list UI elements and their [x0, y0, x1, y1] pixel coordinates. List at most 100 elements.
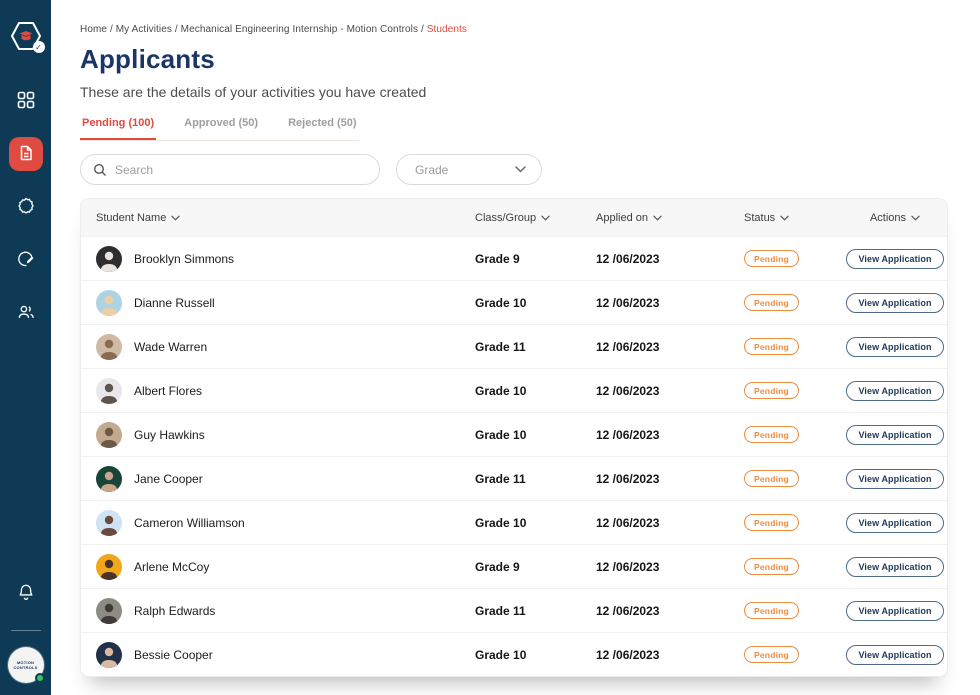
- badge-edit-icon: [16, 249, 36, 272]
- status-badge: Pending: [744, 250, 799, 267]
- view-application-button[interactable]: View Application: [846, 557, 943, 577]
- view-application-button[interactable]: View Application: [846, 425, 943, 445]
- avatar: [96, 378, 122, 404]
- status-badge: Pending: [744, 514, 799, 531]
- page-subtitle: These are the details of your activities…: [80, 84, 980, 100]
- avatar: [96, 466, 122, 492]
- view-application-button[interactable]: View Application: [846, 469, 943, 489]
- sidebar: ✓: [0, 0, 51, 695]
- table-row: Bessie Cooper Grade 10 12 /06/2023 Pendi…: [81, 632, 947, 676]
- avatar: [96, 598, 122, 624]
- sidebar-item-certificates[interactable]: [9, 190, 43, 224]
- table-row: Jane Cooper Grade 11 12 /06/2023 Pending…: [81, 456, 947, 500]
- seal-icon: [16, 196, 36, 219]
- search-input[interactable]: [115, 163, 369, 177]
- table-row: Brooklyn Simmons Grade 9 12 /06/2023 Pen…: [81, 236, 947, 280]
- table-header: Student Name Class/Group Applied on Stat…: [81, 199, 947, 236]
- applied-on-value: 12 /06/2023: [596, 296, 739, 310]
- grade-dropdown-label: Grade: [415, 163, 448, 177]
- breadcrumb: Home / My Activities / Mechanical Engine…: [80, 24, 980, 35]
- class-group-value: Grade 10: [475, 384, 596, 398]
- view-application-button[interactable]: View Application: [846, 293, 943, 313]
- applied-on-value: 12 /06/2023: [596, 252, 739, 266]
- breadcrumb-path[interactable]: Home / My Activities / Mechanical Engine…: [80, 24, 427, 35]
- sidebar-item-badge-edit[interactable]: [9, 243, 43, 277]
- view-application-button[interactable]: View Application: [846, 337, 943, 357]
- table-row: Ralph Edwards Grade 11 12 /06/2023 Pendi…: [81, 588, 947, 632]
- table-body: Brooklyn Simmons Grade 9 12 /06/2023 Pen…: [81, 236, 947, 676]
- class-group-value: Grade 9: [475, 560, 596, 574]
- student-name: Ralph Edwards: [134, 604, 215, 618]
- bell-icon: [16, 582, 36, 605]
- online-status-dot: [35, 673, 45, 683]
- status-badge: Pending: [744, 294, 799, 311]
- student-name: Jane Cooper: [134, 472, 203, 486]
- column-header-label: Status: [744, 212, 775, 224]
- sidebar-item-applications[interactable]: [9, 137, 43, 171]
- class-group-value: Grade 11: [475, 472, 596, 486]
- sidebar-divider: [11, 630, 41, 631]
- applied-on-value: 12 /06/2023: [596, 428, 739, 442]
- applied-on-value: 12 /06/2023: [596, 604, 739, 618]
- breadcrumb-current[interactable]: Students: [427, 24, 467, 35]
- status-badge: Pending: [744, 470, 799, 487]
- column-header[interactable]: Status: [739, 212, 843, 224]
- column-header[interactable]: Actions: [843, 212, 947, 224]
- app-root: ✓: [0, 0, 980, 695]
- users-icon: [16, 302, 36, 325]
- search-box[interactable]: [80, 154, 380, 185]
- user-avatar[interactable]: MOTION CONTROLS: [8, 647, 44, 683]
- view-application-button[interactable]: View Application: [846, 601, 943, 621]
- column-header[interactable]: Applied on: [596, 212, 739, 224]
- sidebar-item-students[interactable]: [9, 296, 43, 330]
- tab-pending[interactable]: Pending (100): [80, 117, 156, 140]
- chevron-down-icon: [911, 215, 920, 221]
- class-group-value: Grade 11: [475, 604, 596, 618]
- class-group-value: Grade 10: [475, 296, 596, 310]
- grade-dropdown[interactable]: Grade: [396, 154, 542, 185]
- table-row: Dianne Russell Grade 10 12 /06/2023 Pend…: [81, 280, 947, 324]
- filter-row: Grade: [80, 154, 980, 185]
- class-group-value: Grade 11: [475, 340, 596, 354]
- sidebar-bottom: MOTION CONTROLS: [0, 576, 51, 683]
- view-application-button[interactable]: View Application: [846, 513, 943, 533]
- applied-on-value: 12 /06/2023: [596, 340, 739, 354]
- column-header-label: Applied on: [596, 212, 648, 224]
- status-badge: Pending: [744, 382, 799, 399]
- table-row: Guy Hawkins Grade 10 12 /06/2023 Pending…: [81, 412, 947, 456]
- column-header-label: Actions: [870, 212, 906, 224]
- student-name: Albert Flores: [134, 384, 202, 398]
- view-application-button[interactable]: View Application: [846, 381, 943, 401]
- column-header-label: Student Name: [96, 212, 166, 224]
- app-logo[interactable]: ✓: [8, 18, 44, 54]
- status-badge: Pending: [744, 338, 799, 355]
- column-header[interactable]: Student Name: [81, 212, 475, 224]
- avatar: [96, 290, 122, 316]
- column-header[interactable]: Class/Group: [475, 212, 596, 224]
- view-application-button[interactable]: View Application: [846, 249, 943, 269]
- tab-approved[interactable]: Approved (50): [182, 117, 260, 140]
- applicants-table: Student Name Class/Group Applied on Stat…: [80, 198, 948, 677]
- view-application-button[interactable]: View Application: [846, 645, 943, 665]
- class-group-value: Grade 10: [475, 428, 596, 442]
- table-row: Arlene McCoy Grade 9 12 /06/2023 Pending…: [81, 544, 947, 588]
- class-group-value: Grade 10: [475, 516, 596, 530]
- tab-rejected[interactable]: Rejected (50): [286, 117, 358, 140]
- applied-on-value: 12 /06/2023: [596, 384, 739, 398]
- student-name: Dianne Russell: [134, 296, 215, 310]
- chevron-down-icon: [171, 215, 180, 221]
- student-name: Brooklyn Simmons: [134, 252, 234, 266]
- sidebar-nav: [9, 84, 43, 330]
- student-name: Cameron Williamson: [134, 516, 245, 530]
- avatar: [96, 334, 122, 360]
- status-badge: Pending: [744, 646, 799, 663]
- document-icon: [16, 143, 36, 166]
- status-badge: Pending: [744, 558, 799, 575]
- class-group-value: Grade 9: [475, 252, 596, 266]
- applied-on-value: 12 /06/2023: [596, 516, 739, 530]
- main-content: Home / My Activities / Mechanical Engine…: [51, 0, 980, 695]
- table-row: Cameron Williamson Grade 10 12 /06/2023 …: [81, 500, 947, 544]
- notifications-bell[interactable]: [9, 576, 43, 610]
- verified-check-icon: ✓: [33, 41, 45, 53]
- sidebar-item-dashboard[interactable]: [9, 84, 43, 118]
